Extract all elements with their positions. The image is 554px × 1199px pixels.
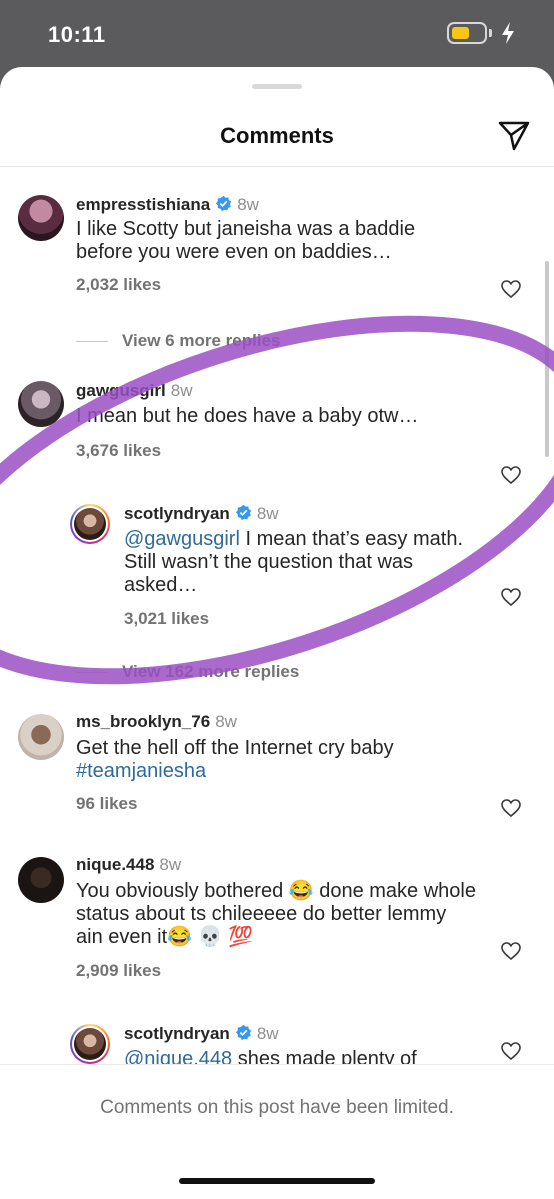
comment-username[interactable]: empresstishiana: [76, 195, 210, 214]
avatar[interactable]: [18, 857, 64, 903]
comment-header: empresstishiana 8w: [76, 195, 259, 215]
avatar: [74, 1028, 106, 1060]
paper-plane-icon[interactable]: [497, 119, 531, 151]
avatar-story-ring[interactable]: [70, 1024, 110, 1064]
comment-text: @gawgusgirl I mean that’s easy math. Sti…: [124, 528, 484, 597]
heart-icon[interactable]: [501, 1042, 521, 1060]
heart-icon[interactable]: [501, 588, 521, 606]
comment-likes[interactable]: 3,021 likes: [124, 609, 209, 629]
comment-time: 8w: [256, 1024, 279, 1043]
avatar-ring-inner: [72, 506, 108, 542]
comment-username[interactable]: ms_brooklyn_76: [76, 712, 210, 731]
comment-text: I mean but he does have a baby otw…: [76, 405, 419, 427]
comment-username[interactable]: nique.448: [76, 855, 154, 874]
comment-text: I like Scotty but janeisha was a baddie …: [76, 218, 416, 263]
comment-header: gawgusgirl 8w: [76, 381, 192, 401]
bolt-icon: [502, 22, 514, 44]
avatar: [74, 508, 106, 540]
comment-time: 8w: [159, 855, 182, 874]
comment-text-body: Get the hell off the Internet cry baby: [76, 737, 394, 759]
comment-time: 8w: [256, 504, 279, 523]
comment-likes[interactable]: 96 likes: [76, 794, 137, 814]
view-more-replies[interactable]: View 162 more replies: [76, 662, 299, 682]
battery-nub: [489, 29, 492, 37]
status-bar: 10:11: [0, 0, 554, 68]
battery-icon: [447, 22, 487, 44]
comments-sheet: Comments empresstishiana 8w I like Scotty…: [0, 67, 554, 1199]
avatar[interactable]: [18, 195, 64, 241]
status-time: 10:11: [48, 22, 106, 47]
comment-hashtag[interactable]: #teamjaniesha: [76, 760, 206, 782]
comment-header: nique.448 8w: [76, 855, 181, 875]
scrollbar[interactable]: [545, 261, 549, 457]
comment-text: You obviously bothered 😂 done make whole…: [76, 880, 476, 948]
comment-likes[interactable]: 2,909 likes: [76, 961, 161, 981]
avatar-ring-inner: [72, 1026, 108, 1062]
heart-icon[interactable]: [501, 942, 521, 960]
view-more-replies[interactable]: View 6 more replies: [76, 331, 280, 351]
view-replies-label: View 162 more replies: [122, 662, 300, 681]
battery-fill: [452, 27, 469, 39]
comments-limited-notice: Comments on this post have been limited.: [100, 1097, 454, 1118]
replies-dash: [76, 672, 108, 674]
comment-username[interactable]: gawgusgirl: [76, 381, 166, 400]
header-divider: [0, 166, 554, 167]
view-replies-label: View 6 more replies: [122, 331, 281, 350]
avatar[interactable]: [18, 381, 64, 427]
heart-icon[interactable]: [501, 799, 521, 817]
comment-time: 8w: [237, 195, 259, 214]
replies-dash: [76, 341, 108, 343]
sheet-title: Comments: [220, 123, 334, 148]
verified-badge-icon: [235, 504, 251, 521]
verified-badge-icon: [216, 195, 232, 212]
heart-icon[interactable]: [501, 280, 521, 298]
comment-likes[interactable]: 2,032 likes: [76, 275, 161, 295]
comment-header: scotlyndryan 8w: [124, 1024, 279, 1044]
comment-header: ms_brooklyn_76 8w: [76, 712, 237, 732]
comment-header: scotlyndryan 8w: [124, 504, 279, 524]
comment-time: 8w: [170, 381, 193, 400]
comment-mention[interactable]: @gawgusgirl: [124, 528, 240, 550]
comment-time: 8w: [215, 712, 237, 731]
verified-badge-icon: [235, 1024, 251, 1041]
comment-text: Get the hell off the Internet cry baby #…: [76, 737, 476, 783]
heart-icon[interactable]: [501, 466, 521, 484]
comment-username[interactable]: scotlyndryan: [124, 1024, 230, 1043]
comment-likes[interactable]: 3,676 likes: [76, 441, 161, 461]
home-indicator[interactable]: [179, 1178, 375, 1184]
comment-username[interactable]: scotlyndryan: [124, 504, 230, 523]
comments-limited-footer: Comments on this post have been limited.: [0, 1064, 554, 1199]
avatar-story-ring[interactable]: [70, 504, 110, 544]
avatar[interactable]: [18, 714, 64, 760]
sheet-grabber[interactable]: [252, 84, 302, 89]
